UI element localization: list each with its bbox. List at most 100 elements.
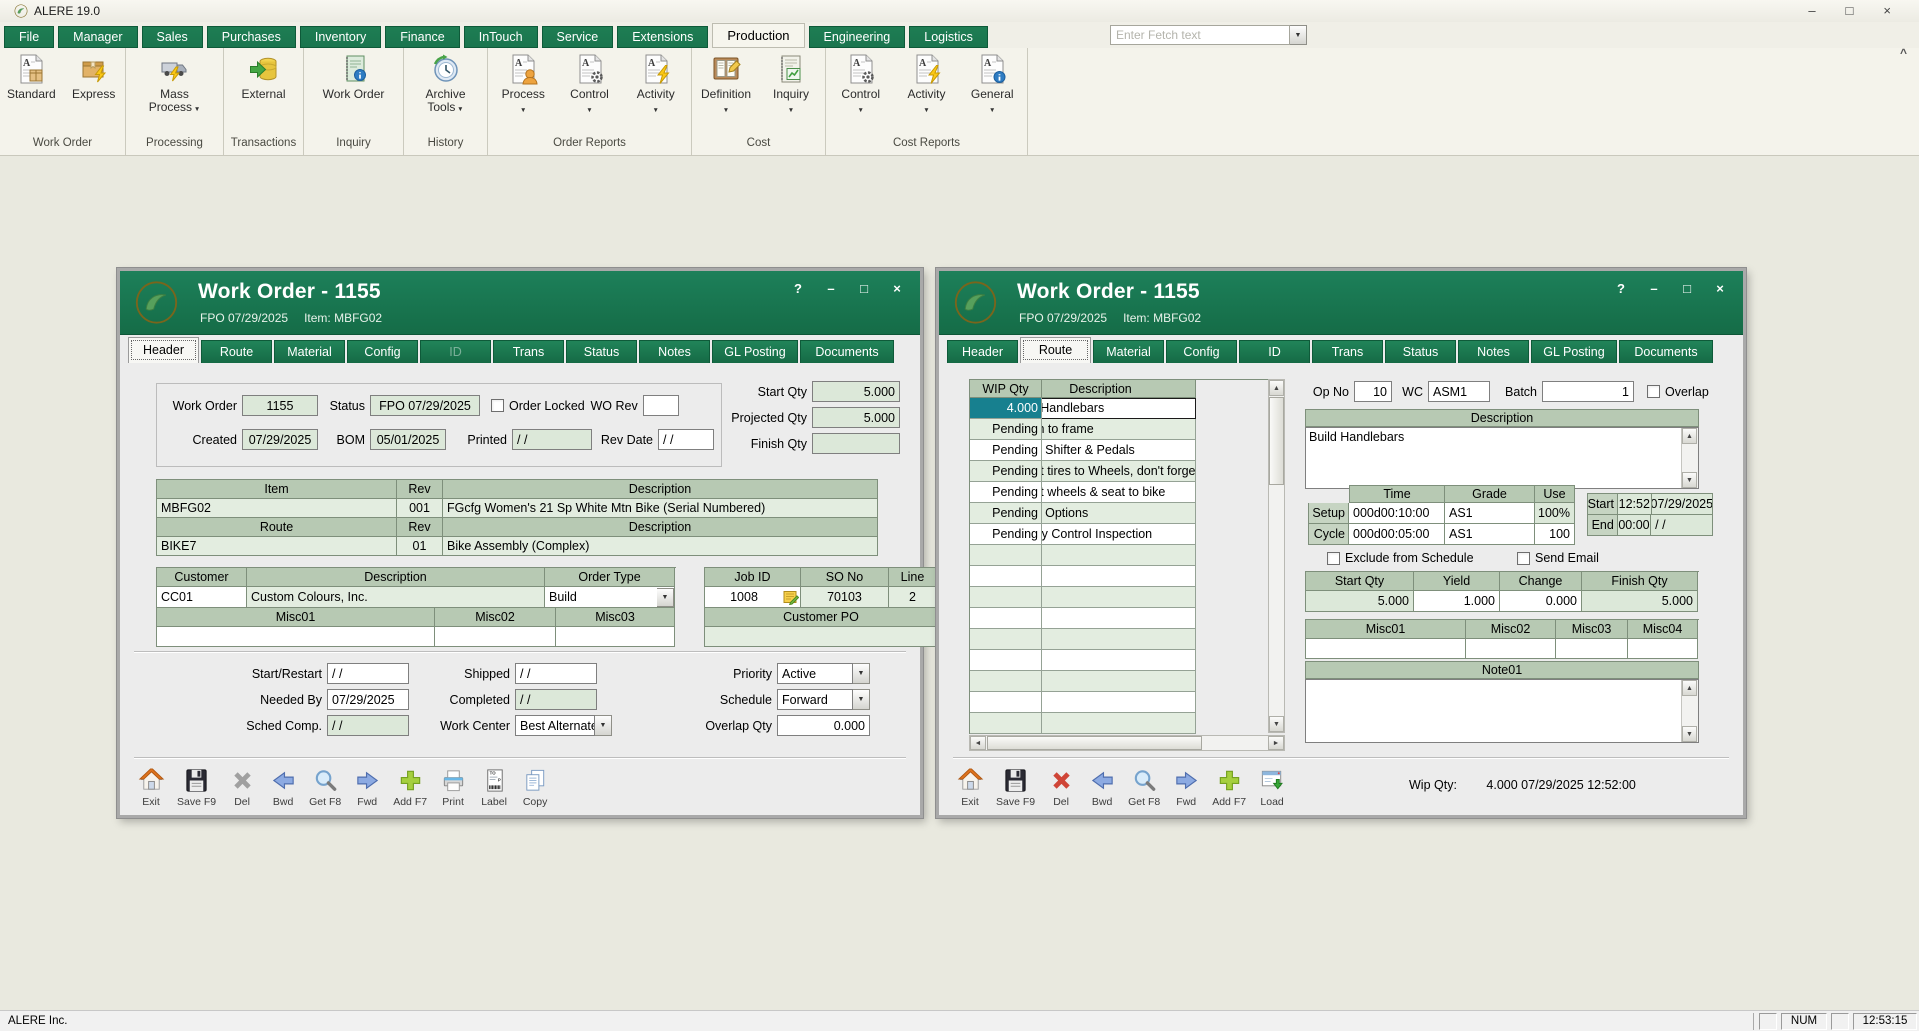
route-row-empty[interactable] [970, 545, 1268, 566]
route-row-empty[interactable] [970, 566, 1268, 587]
cycle-grade-cell[interactable]: AS1 [1445, 524, 1535, 545]
tab-config[interactable]: Config [347, 340, 418, 363]
scroll-up-icon[interactable]: ▲ [1269, 380, 1284, 396]
overlap-qty-field[interactable]: 0.000 [777, 715, 870, 736]
change-cell[interactable]: 0.000 [1500, 591, 1582, 612]
tab-gl-posting[interactable]: GL Posting [712, 340, 798, 363]
misc04-cell[interactable] [1628, 639, 1698, 659]
close-icon[interactable]: × [1883, 4, 1891, 18]
edit-note-icon[interactable] [783, 589, 799, 605]
order-type-value[interactable]: Build [545, 590, 657, 604]
ribbon-item-external[interactable]: External [233, 53, 295, 101]
tab-id[interactable]: ID [420, 340, 491, 363]
tab-config[interactable]: Config [1166, 340, 1237, 363]
scroll-down-icon[interactable]: ▼ [1682, 472, 1697, 488]
menu-tab-sales[interactable]: Sales [142, 26, 203, 48]
start-qty-cell[interactable]: 5.000 [1306, 591, 1414, 612]
route-row-empty[interactable] [970, 692, 1268, 713]
description-scrollbar[interactable]: ▲ ▼ [1681, 428, 1698, 488]
overlap-checkbox[interactable] [1647, 385, 1660, 398]
schedule-value[interactable]: Forward [777, 689, 853, 710]
scroll-down-icon[interactable]: ▼ [1682, 726, 1697, 742]
note01-textarea[interactable]: ▲ ▼ [1305, 679, 1699, 743]
close-icon[interactable]: × [890, 281, 904, 296]
tab-trans[interactable]: Trans [493, 340, 564, 363]
customer-code-cell[interactable]: CC01 [157, 587, 247, 608]
tab-material[interactable]: Material [274, 340, 345, 363]
scroll-up-icon[interactable]: ▲ [1682, 680, 1697, 696]
route-desc-cell[interactable]: Bike Assembly (Complex) [443, 537, 878, 556]
app-titlebar[interactable]: ALERE 19.0 – □ × [0, 0, 1919, 22]
route-rev-cell[interactable]: 01 [397, 537, 443, 556]
save-button[interactable]: Save F9 [177, 767, 216, 808]
collapse-ribbon-icon[interactable]: ^ [1900, 46, 1907, 60]
ribbon-item-archive-tools[interactable]: Archive Tools [415, 53, 477, 116]
start-qty-field[interactable]: 5.000 [812, 381, 900, 402]
route-row-empty[interactable] [970, 713, 1268, 734]
fetch-input[interactable] [1110, 25, 1290, 45]
print-button[interactable]: Print [438, 767, 468, 808]
route-grid-horizontal-scrollbar[interactable]: ◄ ► [969, 735, 1285, 751]
wo-rev-field[interactable] [643, 395, 679, 416]
schedule-dropdown-button[interactable] [853, 689, 870, 710]
add-button[interactable]: Add F7 [393, 767, 427, 808]
created-field[interactable]: 07/29/2025 [242, 429, 318, 450]
line-cell[interactable]: 2 [889, 587, 937, 608]
setup-use-cell[interactable]: 100% [1535, 503, 1575, 524]
job-id-cell[interactable]: 1008 [705, 587, 801, 608]
menu-tab-logistics[interactable]: Logistics [909, 26, 988, 48]
job-id-value[interactable]: 1008 [705, 590, 783, 604]
help-icon[interactable]: ? [1614, 281, 1628, 296]
scroll-down-icon[interactable]: ▼ [1269, 716, 1284, 732]
get-button[interactable]: Get F8 [309, 767, 341, 808]
work-order-field[interactable]: 1155 [242, 395, 318, 416]
close-icon[interactable]: × [1713, 281, 1727, 296]
route-row[interactable]: 70 Quality Control Inspection Pending [970, 524, 1268, 545]
dialog-titlebar[interactable]: Work Order - 1155 FPO 07/29/2025Item: MB… [939, 271, 1743, 335]
finish-qty-field[interactable] [812, 433, 900, 454]
wc-field[interactable]: ASM1 [1428, 381, 1490, 402]
item-desc-cell[interactable]: FGcfg Women's 21 Sp White Mtn Bike (Seri… [443, 499, 878, 518]
shipped-field[interactable]: / / [515, 663, 597, 684]
priority-dropdown-button[interactable] [853, 663, 870, 684]
route-row[interactable]: 50 Mount wheels & seat to bike Pending [970, 482, 1268, 503]
so-no-cell[interactable]: 70103 [801, 587, 889, 608]
delete-button[interactable]: Del [227, 767, 257, 808]
load-button[interactable]: Load [1257, 767, 1287, 808]
ribbon-item-process-report[interactable]: Process [492, 53, 554, 117]
finish-qty-cell[interactable]: 5.000 [1582, 591, 1698, 612]
start-time-cell[interactable]: 12:52 [1618, 494, 1652, 515]
fetch-dropdown-button[interactable] [1290, 25, 1307, 45]
tab-status[interactable]: Status [1385, 340, 1456, 363]
ribbon-item-control-report[interactable]: Control [559, 53, 621, 117]
scroll-right-icon[interactable]: ► [1268, 736, 1284, 750]
customer-po-cell[interactable] [705, 627, 938, 647]
note-scrollbar[interactable]: ▲ ▼ [1681, 680, 1698, 742]
customer-desc-cell[interactable]: Custom Colours, Inc. [247, 587, 545, 608]
route-row[interactable]: 40 Mount tires to Wheels, don't forget t… [970, 461, 1268, 482]
menu-tab-intouch[interactable]: InTouch [464, 26, 538, 48]
route-row-selected[interactable]: 10 Build Handlebars 4.000 [970, 398, 1268, 419]
dialog-titlebar[interactable]: Work Order - 1155 FPO 07/29/2025Item: MB… [120, 271, 920, 335]
route-row-empty[interactable] [970, 671, 1268, 692]
exclude-from-schedule-checkbox[interactable] [1327, 552, 1340, 565]
tab-documents[interactable]: Documents [1619, 340, 1713, 363]
get-button[interactable]: Get F8 [1128, 767, 1160, 808]
ribbon-item-cost-activity-report[interactable]: Activity [896, 53, 958, 117]
op-no-field[interactable]: 10 [1354, 381, 1392, 402]
misc01-cell[interactable] [157, 627, 435, 647]
cycle-use-cell[interactable]: 100 [1535, 524, 1575, 545]
menu-tab-production[interactable]: Production [712, 23, 804, 48]
tab-documents[interactable]: Documents [800, 340, 894, 363]
work-center-value[interactable]: Best Alternate [515, 715, 595, 736]
maximize-icon[interactable]: □ [1680, 281, 1694, 296]
route-row-empty[interactable] [970, 587, 1268, 608]
misc03-cell[interactable] [556, 627, 675, 647]
ribbon-item-activity-report[interactable]: Activity [625, 53, 687, 117]
tab-id[interactable]: ID [1239, 340, 1310, 363]
ribbon-item-general-report[interactable]: General [961, 53, 1023, 117]
start-date-cell[interactable]: 07/29/2025 [1652, 494, 1713, 515]
send-email-checkbox[interactable] [1517, 552, 1530, 565]
ribbon-item-definition[interactable]: Definition [695, 53, 757, 117]
minimize-icon[interactable]: – [1647, 281, 1661, 296]
